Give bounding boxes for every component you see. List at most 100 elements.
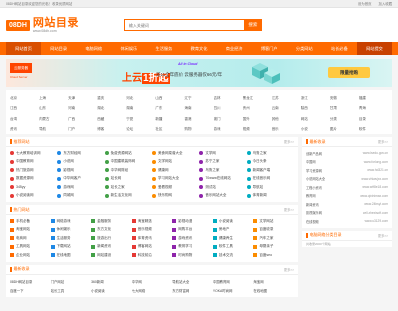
recommend-site-link[interactable]: 导航站 bbox=[246, 183, 294, 192]
city-link[interactable]: 导航 bbox=[39, 125, 68, 136]
city-link[interactable]: 安徽 bbox=[330, 93, 359, 104]
city-link[interactable]: 软件 bbox=[359, 125, 388, 136]
recommend-site-link[interactable]: 新生活文化网 bbox=[104, 192, 152, 201]
popular-site-link[interactable]: 东方文化 bbox=[91, 226, 132, 235]
nav-item-entertainment[interactable]: 休闲娱乐 bbox=[111, 42, 146, 55]
city-link[interactable]: 游戏 bbox=[214, 125, 243, 136]
city-link[interactable]: 河北 bbox=[126, 93, 155, 104]
recommend-site-link[interactable]: 中国教育网 bbox=[10, 158, 57, 167]
latest-site-link[interactable]: 七大网络 bbox=[132, 286, 173, 295]
popular-site-link[interactable]: 休闲娱乐 bbox=[50, 226, 92, 235]
recommend-site-link[interactable]: 免费资源网站 bbox=[104, 149, 152, 158]
city-link[interactable]: 国外 bbox=[243, 114, 272, 125]
popular-site-link[interactable]: 在线地图 bbox=[50, 251, 92, 260]
popular-site-link[interactable]: 工具网站 bbox=[10, 243, 51, 252]
recommend-more-link[interactable]: 更多>> bbox=[284, 139, 294, 144]
nav-item-directory[interactable]: 网站目录 bbox=[41, 42, 76, 55]
city-link[interactable]: 北京 bbox=[10, 93, 39, 104]
nav-item-portal[interactable]: 博客门户 bbox=[252, 42, 287, 55]
popular-more-link[interactable]: 更多>> bbox=[284, 207, 294, 212]
city-link[interactable]: 江苏 bbox=[272, 93, 301, 104]
nav-item-life[interactable]: 生活服务 bbox=[146, 42, 181, 55]
recommend-site-link[interactable]: 文学网站 bbox=[151, 158, 199, 167]
recommend-site-link[interactable]: 70www在线网站 bbox=[199, 175, 246, 184]
recommend-site-link[interactable]: 影视网 bbox=[57, 166, 104, 175]
popular-site-link[interactable]: 淘宝精选 bbox=[131, 217, 173, 226]
popular-site-link[interactable]: 影视动漫 bbox=[172, 217, 213, 226]
nav-item-submit[interactable]: 网站提交 bbox=[356, 42, 393, 55]
recommend-site-link[interactable]: 美食网菜谱大全 bbox=[151, 149, 199, 158]
popular-site-link[interactable]: 游戏资讯 bbox=[172, 234, 213, 243]
sidebar-list-item[interactable]: 中国网 www.forlong.com bbox=[306, 158, 388, 167]
nav-item-home[interactable]: 网站首页 bbox=[6, 42, 42, 55]
nav-item-category[interactable]: 分类网站 bbox=[287, 42, 322, 55]
popular-site-link[interactable]: 音乐视频 bbox=[131, 226, 173, 235]
city-link[interactable]: 四川 bbox=[214, 104, 243, 115]
set-homepage-link[interactable]: 设为首页 bbox=[358, 2, 372, 6]
city-link[interactable]: 网站 bbox=[301, 114, 330, 125]
city-link[interactable]: 陕西 bbox=[301, 104, 330, 115]
recommend-site-link[interactable]: 小说阅读网 bbox=[10, 192, 57, 201]
recommend-site-link[interactable]: 小说网 bbox=[57, 158, 104, 167]
city-link[interactable]: 目录 bbox=[359, 114, 388, 125]
city-link[interactable]: 论坛 bbox=[126, 125, 155, 136]
latest-site-link[interactable]: 淘宝网 bbox=[253, 277, 294, 286]
city-link[interactable]: 门户 bbox=[68, 125, 97, 136]
city-link[interactable]: 甘肃 bbox=[330, 104, 359, 115]
city-link[interactable]: 浙江 bbox=[301, 93, 330, 104]
city-link[interactable]: 天津 bbox=[68, 93, 97, 104]
city-link[interactable]: 图片 bbox=[330, 125, 359, 136]
recommend-site-link[interactable]: 数据资源网 bbox=[10, 175, 57, 184]
grab-button[interactable]: 限量抢购 bbox=[328, 67, 370, 78]
popular-site-link[interactable]: 百度seo bbox=[253, 251, 294, 260]
city-link[interactable]: 山东 bbox=[39, 104, 68, 115]
popular-site-link[interactable]: 健康养生 bbox=[212, 234, 254, 243]
sidebar-list-item[interactable]: 学习资源网 www.hd321.cn bbox=[306, 166, 388, 175]
latest-site-link[interactable]: 小说阅读 bbox=[91, 286, 132, 295]
recommend-site-link[interactable]: 七大教育培训网 bbox=[10, 149, 57, 158]
sidebar-list-item[interactable]: 工程小资讯 www.wtf8e18.com bbox=[306, 183, 388, 192]
recommend-site-link[interactable]: 热门旅游网 bbox=[10, 166, 57, 175]
latest-site-link[interactable]: 在线地图 bbox=[253, 286, 294, 295]
sidebar-latest-more-link[interactable]: 更多>> bbox=[378, 139, 388, 144]
popular-site-link[interactable]: 网站建设 bbox=[91, 251, 132, 260]
popular-site-link[interactable]: 科技前沿 bbox=[131, 251, 173, 260]
city-link[interactable]: 西藏 bbox=[97, 114, 126, 125]
city-link[interactable]: 宁夏 bbox=[126, 114, 155, 125]
city-link[interactable]: 湖南 bbox=[126, 104, 155, 115]
latest-site-link[interactable]: 东方财富网 bbox=[172, 286, 213, 295]
promo-banner[interactable]: 云服务器 Cloud Server 上云1折起 Ali in Cloud 双11… bbox=[6, 59, 392, 87]
city-link[interactable]: 视频 bbox=[243, 125, 272, 136]
recommend-site-link[interactable]: 测试站 bbox=[199, 183, 246, 192]
sidebar-list-item[interactable]: 在线视频 www.u3129.com bbox=[306, 217, 388, 226]
popular-site-link[interactable]: 生活服务 bbox=[50, 234, 92, 243]
city-link[interactable]: 博客 bbox=[97, 125, 126, 136]
popular-site-link[interactable]: 金融服务 bbox=[91, 217, 132, 226]
latest-site-link[interactable]: 中国教育网 bbox=[213, 277, 254, 286]
recommend-site-link[interactable]: 今日头条 bbox=[246, 158, 294, 167]
popular-site-link[interactable]: 企业网站 bbox=[10, 251, 51, 260]
city-link[interactable]: 湖北 bbox=[97, 104, 126, 115]
recommend-site-link[interactable]: 健康网 bbox=[151, 166, 199, 175]
city-link[interactable]: 香港 bbox=[184, 114, 213, 125]
city-link[interactable]: 海南 bbox=[184, 104, 213, 115]
city-link[interactable]: 其他 bbox=[272, 114, 301, 125]
recommend-site-link[interactable]: 中国建筑装饰网 bbox=[104, 158, 152, 167]
city-link[interactable]: 广西 bbox=[68, 114, 97, 125]
popular-site-link[interactable]: 网购平台 bbox=[172, 226, 213, 235]
city-link[interactable]: 吉林 bbox=[214, 93, 243, 104]
city-link[interactable]: 青海 bbox=[359, 104, 388, 115]
city-link[interactable]: 福建 bbox=[359, 93, 388, 104]
sidebar-list-item[interactable]: 小说网站大全 www.zhiwujxx.com bbox=[306, 175, 388, 184]
popular-site-link[interactable]: 下载网站 bbox=[50, 243, 92, 252]
latest-site-link[interactable]: 门户网站 bbox=[51, 277, 92, 286]
nav-item-education[interactable]: 教育文化 bbox=[181, 42, 216, 55]
recommend-site-link[interactable]: 音乐网站大全 bbox=[199, 192, 246, 201]
recommend-site-link[interactable]: 乌鲁之家 bbox=[199, 166, 246, 175]
city-link[interactable]: 黑龙江 bbox=[243, 93, 272, 104]
recommend-site-link[interactable]: 同城网 bbox=[57, 192, 104, 201]
recommend-site-link[interactable]: 学习网站大全 bbox=[151, 175, 199, 184]
city-link[interactable]: 内蒙古 bbox=[39, 114, 68, 125]
latest-site-link[interactable]: 导航站大全 bbox=[172, 277, 213, 286]
city-link[interactable]: 重庆 bbox=[97, 93, 126, 104]
